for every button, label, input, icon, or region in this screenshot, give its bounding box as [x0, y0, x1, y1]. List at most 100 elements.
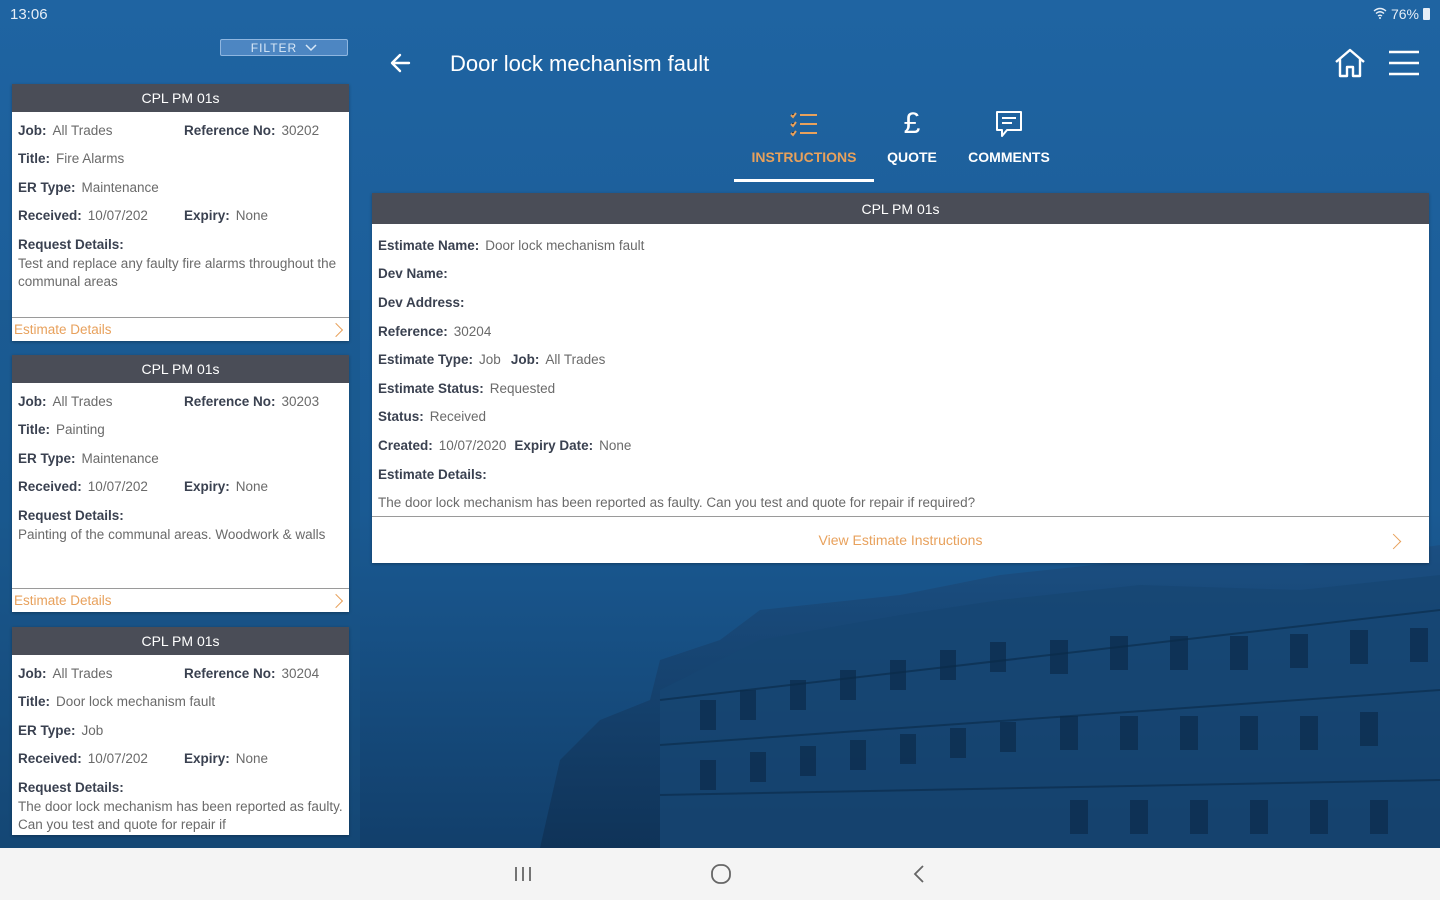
- received-label: Received:: [18, 208, 82, 224]
- estimate-details-link[interactable]: Estimate Details: [12, 588, 349, 612]
- request-details-label: Request Details:: [18, 779, 124, 795]
- estimate-details-text: The door lock mechanism has been reporte…: [378, 495, 976, 511]
- title-value: Fire Alarms: [56, 151, 125, 167]
- system-nav-bar: [0, 848, 1440, 900]
- dev-address-label: Dev Address:: [378, 294, 465, 310]
- created-label: Created:: [378, 437, 433, 453]
- received-value: 10/07/202: [87, 479, 148, 495]
- page-title: Door lock mechanism fault: [450, 51, 710, 76]
- reference-value: 30204: [453, 323, 492, 339]
- card-row-job: Job: All Trades Reference No: 30202: [18, 116, 343, 145]
- card-row-received: Received: 10/07/202 Expiry: None: [18, 473, 343, 502]
- expiry-label: Expiry:: [184, 208, 230, 224]
- tab-comments-label: COMMENTS: [968, 149, 1050, 165]
- detail-row-estimate-details: Estimate Details:: [378, 460, 1423, 489]
- title-value: Door lock mechanism fault: [56, 694, 216, 710]
- status-bar: 13:06 76%: [0, 0, 1440, 30]
- status-indicators: 76%: [1373, 6, 1430, 22]
- card-row-received: Received: 10/07/202 Expiry: None: [18, 745, 343, 774]
- reference-label: Reference No:: [184, 393, 276, 409]
- estimate-name-value: Door lock mechanism fault: [485, 237, 645, 253]
- expiry-value: None: [235, 208, 269, 224]
- job-label: Job:: [510, 352, 540, 368]
- estimate-details-label: Estimate Details: [14, 322, 112, 337]
- home-circle-icon[interactable]: [706, 860, 736, 888]
- filter-button[interactable]: FILTER: [220, 39, 348, 56]
- card-header: CPL PM 01s: [12, 355, 349, 383]
- chevron-right-icon: [328, 322, 344, 337]
- card-row-job: Job: All Trades Reference No: 30204: [18, 659, 343, 688]
- job-label: Job:: [18, 665, 47, 681]
- arrow-left-icon[interactable]: [388, 50, 414, 76]
- er-type-label: ER Type:: [18, 179, 76, 195]
- reference-value: 30203: [281, 393, 320, 409]
- er-type-value: Maintenance: [81, 450, 159, 466]
- estimate-details-label: Estimate Details: [14, 593, 112, 608]
- wifi-icon: [1373, 6, 1387, 22]
- home-icon[interactable]: [1333, 46, 1367, 80]
- status-value: Received: [429, 409, 487, 425]
- title-value: Painting: [56, 422, 105, 438]
- tab-comments[interactable]: COMMENTS: [958, 106, 1060, 182]
- tab-quote-label: QUOTE: [887, 149, 937, 165]
- job-value: All Trades: [52, 122, 113, 138]
- created-value: 10/07/2020: [438, 437, 507, 453]
- detail-row-created: Created: 10/07/2020 Expiry Date: None: [378, 431, 1423, 460]
- recent-apps-icon[interactable]: [508, 860, 538, 888]
- request-details-text: The door lock mechanism has been reporte…: [18, 798, 343, 832]
- received-label: Received:: [18, 479, 82, 495]
- expiry-label: Expiry:: [184, 751, 230, 767]
- estimate-detail-panel: CPL PM 01s Estimate Name: Door lock mech…: [372, 193, 1429, 563]
- received-value: 10/07/202: [87, 208, 148, 224]
- job-value: All Trades: [52, 665, 113, 681]
- expiry-value: None: [235, 751, 269, 767]
- received-label: Received:: [18, 751, 82, 767]
- chevron-right-icon: [1385, 533, 1402, 550]
- expiry-value: None: [235, 479, 269, 495]
- expiry-date-label: Expiry Date:: [514, 437, 594, 453]
- detail-row-estimate-status: Estimate Status: Requested: [378, 374, 1423, 403]
- estimate-details-link[interactable]: Estimate Details: [12, 317, 349, 341]
- job-value: All Trades: [52, 393, 113, 409]
- status-label: Status:: [378, 409, 424, 425]
- back-nav-icon[interactable]: [904, 860, 934, 888]
- detail-header: CPL PM 01s: [372, 193, 1429, 224]
- estimate-status-value: Requested: [489, 380, 556, 396]
- detail-row-reference: Reference: 30204: [378, 317, 1423, 346]
- estimate-card[interactable]: CPL PM 01s Job: All Trades Reference No:…: [12, 355, 349, 612]
- reference-value: 30204: [281, 665, 320, 681]
- er-type-value: Job: [81, 722, 104, 738]
- estimate-name-label: Estimate Name:: [378, 237, 480, 253]
- title-label: Title:: [18, 694, 51, 710]
- card-row-er-type: ER Type: Maintenance: [18, 173, 343, 202]
- er-type-label: ER Type:: [18, 450, 76, 466]
- chevron-down-icon: [305, 41, 317, 55]
- card-row-title: Title: Door lock mechanism fault: [18, 688, 343, 717]
- battery-icon: [1423, 8, 1430, 20]
- tab-instructions[interactable]: INSTRUCTIONS: [734, 106, 874, 182]
- hamburger-menu-icon[interactable]: [1388, 48, 1420, 78]
- view-estimate-instructions-label: View Estimate Instructions: [818, 532, 983, 548]
- er-type-label: ER Type:: [18, 722, 76, 738]
- estimate-status-label: Estimate Status:: [378, 380, 484, 396]
- detail-row-estimate-type: Estimate Type: Job Job: All Trades: [378, 345, 1423, 374]
- view-estimate-instructions-link[interactable]: View Estimate Instructions: [372, 516, 1429, 563]
- job-value: All Trades: [545, 352, 606, 368]
- er-type-value: Maintenance: [81, 179, 159, 195]
- request-details-text: Test and replace any faulty fire alarms …: [18, 255, 337, 289]
- reference-value: 30202: [281, 122, 320, 138]
- received-value: 10/07/202: [87, 751, 148, 767]
- job-label: Job:: [18, 122, 47, 138]
- request-details-label: Request Details:: [18, 236, 124, 252]
- expiry-date-value: None: [599, 437, 632, 453]
- title-label: Title:: [18, 151, 51, 167]
- detail-row-dev-address: Dev Address:: [378, 288, 1423, 317]
- estimate-card[interactable]: CPL PM 01s Job: All Trades Reference No:…: [12, 84, 349, 341]
- detail-row-estimate-details-text: The door lock mechanism has been reporte…: [378, 488, 1423, 517]
- card-header: CPL PM 01s: [12, 627, 349, 655]
- expiry-label: Expiry:: [184, 479, 230, 495]
- estimate-card[interactable]: CPL PM 01s Job: All Trades Reference No:…: [12, 627, 349, 835]
- tab-quote[interactable]: £ QUOTE: [880, 106, 944, 182]
- reference-label: Reference:: [378, 323, 448, 339]
- estimate-details-label: Estimate Details:: [378, 466, 487, 482]
